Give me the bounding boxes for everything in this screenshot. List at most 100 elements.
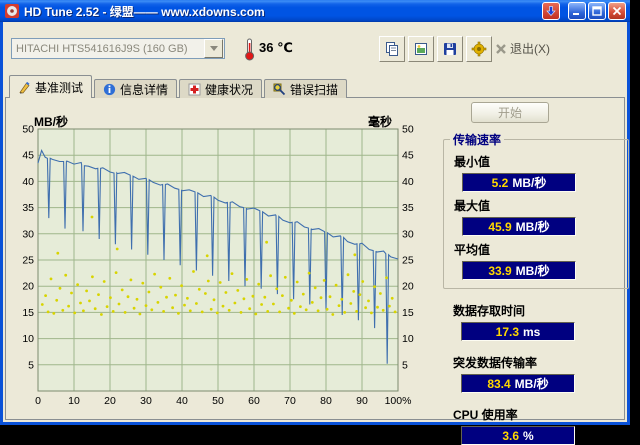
svg-text:20: 20 [402, 281, 414, 293]
transfer-rate-group: 传输速率 最小值 5.2 MB/秒 最大值 45.9 MB/秒 平均值 33.9… [443, 131, 629, 289]
pen-icon [19, 81, 30, 94]
toolbar-buttons [379, 36, 492, 62]
svg-text:60: 60 [248, 395, 260, 407]
svg-text:45: 45 [22, 150, 34, 162]
exit-label: 退出(X) [510, 42, 550, 56]
maximize-icon [592, 6, 602, 16]
tab-info-label: 信息详情 [120, 82, 169, 97]
thermometer-icon [245, 38, 255, 61]
temperature-value: 36 ℃ [259, 40, 293, 55]
benchmark-chart: 504540353025201510550454035302520151050 1… [22, 124, 414, 408]
start-button[interactable]: 开始 [471, 102, 549, 123]
results-column: 开始 传输速率 最小值 5.2 MB/秒 最大值 45.9 MB/秒 平均值 3… [443, 102, 629, 445]
svg-text:100%: 100% [385, 395, 412, 407]
download-arrow-icon [546, 6, 556, 17]
tab-strip: 基准测试 信息详情 健康状况 错误扫描 [9, 75, 349, 98]
stat-maximum-unit: MB/秒 [515, 220, 550, 234]
tab-benchmark-label: 基准测试 [35, 80, 84, 95]
window-title: HD Tune 2.52 - 绿盟—— www.xdowns.com [24, 4, 265, 19]
copy-image-button[interactable] [408, 36, 434, 62]
tab-health-label: 健康状况 [205, 82, 254, 97]
stat-average-value: 33.9 [488, 263, 512, 278]
health-cross-icon [188, 83, 201, 95]
tab-error-scan[interactable]: 错误扫描 [264, 79, 348, 98]
tab-health[interactable]: 健康状况 [179, 79, 263, 98]
desktop: HD Tune 2.52 - 绿盟—— www.xdowns.com HITAC… [0, 0, 640, 445]
close-button[interactable] [608, 2, 626, 20]
save-button[interactable] [437, 36, 463, 62]
stat-burst-rate: 突发数据传输率 83.4 MB/秒 [449, 354, 629, 393]
svg-text:15: 15 [22, 307, 34, 319]
titlebar-buttons [542, 2, 630, 20]
chevron-down-icon [209, 46, 218, 55]
download-arrow-button[interactable] [542, 2, 560, 20]
svg-text:30: 30 [22, 228, 34, 240]
titlebar[interactable]: HD Tune 2.52 - 绿盟—— www.xdowns.com [0, 0, 630, 22]
svg-text:20: 20 [104, 395, 116, 407]
svg-text:35: 35 [402, 202, 414, 214]
svg-text:5: 5 [402, 359, 408, 371]
drive-select-value: HITACHI HTS541616J9S (160 GB) [16, 42, 188, 55]
stat-maximum-value-box: 45.9 MB/秒 [462, 217, 576, 236]
copy-button[interactable] [379, 36, 405, 62]
error-scan-icon [273, 83, 286, 95]
stat-minimum: 最小值 5.2 MB/秒 [450, 153, 622, 192]
svg-text:5: 5 [28, 359, 34, 371]
svg-text:0: 0 [35, 395, 41, 407]
stat-average-value-box: 33.9 MB/秒 [462, 261, 576, 280]
svg-text:70: 70 [284, 395, 296, 407]
svg-text:35: 35 [22, 202, 34, 214]
stat-cpu-usage-label: CPU 使用率 [453, 408, 518, 422]
dropdown-arrow-button[interactable] [204, 39, 223, 58]
svg-text:10: 10 [68, 395, 80, 407]
svg-text:15: 15 [402, 307, 414, 319]
stat-burst-rate-label: 突发数据传输率 [453, 356, 538, 370]
tab-info[interactable]: 信息详情 [94, 79, 178, 98]
stat-average: 平均值 33.9 MB/秒 [450, 241, 622, 280]
svg-text:10: 10 [22, 333, 34, 345]
svg-text:45: 45 [402, 150, 414, 162]
svg-text:10: 10 [402, 333, 414, 345]
stat-average-label: 平均值 [454, 243, 491, 257]
options-gear-icon [471, 41, 487, 57]
stat-access-time-unit: ms [523, 324, 541, 339]
stat-average-unit: MB/秒 [515, 264, 550, 278]
exit-button[interactable]: 退出(X) [495, 40, 550, 57]
benchmark-panel: MB/秒 毫秒 50 45 40 35 30 25 20 15 10 5 50 45 40 35 30 25 2… [5, 97, 629, 445]
transfer-rate-group-title: 传输速率 [453, 133, 502, 147]
svg-text:40: 40 [22, 176, 34, 188]
stat-burst-rate-value-box: 83.4 MB/秒 [461, 374, 575, 393]
svg-text:80: 80 [320, 395, 332, 407]
copy-image-icon [415, 43, 427, 55]
stat-minimum-value: 5.2 [491, 175, 509, 190]
info-icon [103, 83, 116, 95]
svg-text:50: 50 [402, 124, 414, 136]
svg-text:90: 90 [356, 395, 368, 407]
exit-x-icon [496, 43, 506, 54]
stat-maximum-value: 45.9 [488, 219, 512, 234]
svg-text:30: 30 [140, 395, 152, 407]
svg-text:40: 40 [402, 176, 414, 188]
minimize-icon [573, 13, 579, 15]
stat-access-time: 数据存取时间 17.3 ms [449, 302, 629, 341]
svg-text:25: 25 [22, 255, 34, 267]
stat-access-time-value-box: 17.3 ms [461, 322, 575, 341]
stat-burst-rate-value: 83.4 [487, 376, 511, 391]
stat-cpu-usage: CPU 使用率 3.6 % [449, 406, 629, 445]
stat-minimum-value-box: 5.2 MB/秒 [462, 173, 576, 192]
svg-text:30: 30 [402, 228, 414, 240]
stat-access-time-value: 17.3 [495, 324, 519, 339]
copy-icon [386, 42, 398, 56]
drive-select[interactable]: HITACHI HTS541616J9S (160 GB) [11, 38, 225, 59]
minimize-button[interactable] [568, 2, 586, 20]
maximize-button[interactable] [588, 2, 606, 20]
tab-error-scan-label: 错误扫描 [290, 82, 339, 97]
save-icon [444, 43, 456, 55]
stat-burst-rate-unit: MB/秒 [514, 377, 549, 391]
stat-minimum-unit: MB/秒 [512, 176, 547, 190]
stat-maximum: 最大值 45.9 MB/秒 [450, 197, 622, 236]
tab-benchmark[interactable]: 基准测试 [9, 75, 93, 98]
hd-tune-app-icon [5, 4, 19, 18]
svg-text:40: 40 [176, 395, 188, 407]
options-button[interactable] [466, 36, 492, 62]
